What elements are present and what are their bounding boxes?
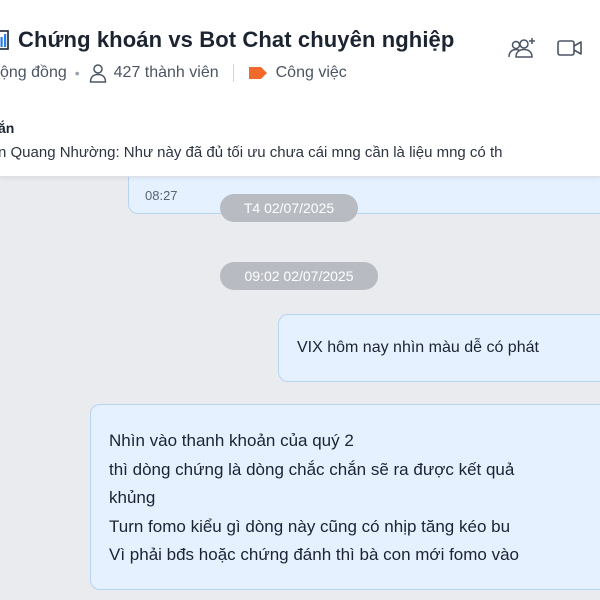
message-text-block: Nhìn vào thanh khoản của quý 2 thì dòng … — [109, 427, 519, 570]
message-line: Nhìn vào thanh khoản của quý 2 — [109, 431, 354, 450]
message-line: thì dòng chứng là dòng chắc chắn sẽ ra đ… — [109, 459, 515, 479]
meta-divider — [232, 64, 234, 82]
add-member-icon[interactable] — [506, 34, 538, 62]
message-line: khủng — [109, 488, 156, 507]
date-separator: T4 02/07/2025 — [220, 194, 358, 222]
message-bubble[interactable]: Nhìn vào thanh khoản của quý 2 thì dòng … — [90, 404, 600, 590]
chat-window: Chứng khoán vs Bot Chat chuyên nghiệp ộn… — [0, 0, 600, 600]
time-separator: 09:02 02/07/2025 — [220, 262, 378, 290]
message-list[interactable]: 08:27 T4 02/07/2025 09:02 02/07/2025 VIX… — [0, 176, 600, 600]
conversation-title-row[interactable]: Chứng khoán vs Bot Chat chuyên nghiệp — [0, 22, 490, 58]
tag-icon[interactable] — [248, 66, 268, 80]
message-bubble[interactable]: VIX hôm nay nhìn màu dễ có phát — [278, 314, 600, 382]
pinned-message-bar[interactable]: ắn n Quang Nhường: Như này đã đủ tối ưu … — [0, 112, 600, 177]
message-line: Vì phải bđs hoặc chứng đánh thì bà con m… — [109, 545, 520, 564]
pinned-label: ắn — [0, 120, 15, 136]
community-label: ộng đồng — [0, 64, 67, 81]
message-text: VIX hôm nay nhìn màu dễ có phát — [297, 339, 539, 356]
conversation-title[interactable]: Chứng khoán vs Bot Chat chuyên nghiệp — [18, 27, 454, 53]
chart-icon — [0, 29, 10, 51]
conversation-meta: ộng đồng • 427 thành viên Công việc — [0, 60, 347, 86]
message-line: Turn fomo kiểu gì dòng này cũng có nhịp … — [109, 516, 511, 536]
category-label[interactable]: Công việc — [276, 64, 347, 82]
people-icon[interactable] — [88, 63, 108, 83]
member-count[interactable]: 427 thành viên — [114, 64, 219, 82]
header-actions — [506, 34, 586, 62]
previous-message-bubble[interactable]: 08:27 — [128, 176, 600, 214]
pinned-message-text[interactable]: n Quang Nhường: Như này đã đủ tối ưu chư… — [0, 144, 502, 161]
conversation-header: Chứng khoán vs Bot Chat chuyên nghiệp ộn… — [0, 0, 600, 93]
header-spacer — [0, 92, 600, 112]
meta-separator: • — [74, 65, 80, 81]
message-time: 08:27 — [145, 188, 178, 203]
video-call-icon[interactable] — [554, 34, 586, 62]
